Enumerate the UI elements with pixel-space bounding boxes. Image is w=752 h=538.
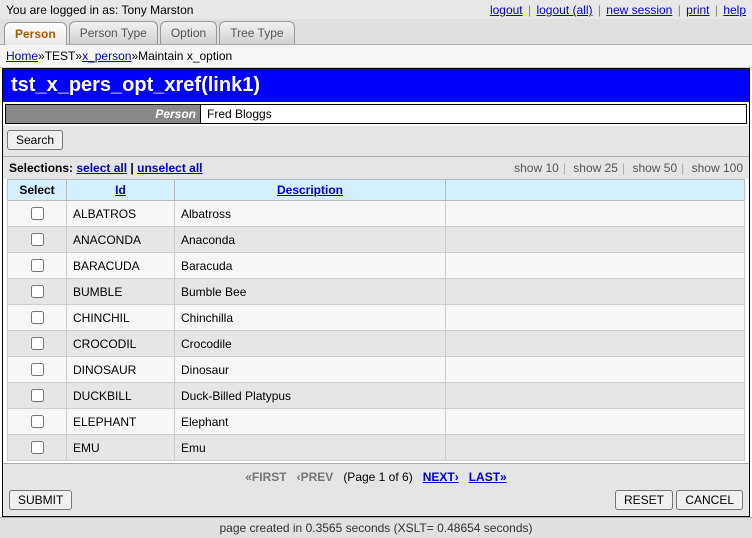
search-button[interactable]: Search [7,130,63,150]
table-row: ANACONDAAnaconda [8,227,745,253]
pager-prev: ‹PREV [297,470,334,484]
row-extra [446,409,745,435]
table-row: DINOSAURDinosaur [8,357,745,383]
row-extra [446,331,745,357]
submit-button[interactable]: SUBMIT [9,490,72,510]
col-extra-header [446,180,745,201]
pager-next[interactable]: NEXT› [423,470,459,484]
row-description: Bumble Bee [175,279,446,305]
row-checkbox[interactable] [31,311,44,324]
new-session-link[interactable]: new session [606,3,672,17]
row-extra [446,201,745,227]
unselect-all-link[interactable]: unselect all [137,161,202,175]
col-select-header: Select [8,180,67,201]
row-description: Albatross [175,201,446,227]
row-checkbox[interactable] [31,233,44,246]
page-title: tst_x_pers_opt_xref(link1) [3,69,749,102]
table-row: DUCKBILLDuck-Billed Platypus [8,383,745,409]
top-links: logout | logout (all) | new session | pr… [490,3,746,17]
help-link[interactable]: help [723,3,746,17]
row-extra [446,227,745,253]
row-checkbox[interactable] [31,207,44,220]
table-row: ALBATROSAlbatross [8,201,745,227]
row-checkbox[interactable] [31,415,44,428]
row-description: Anaconda [175,227,446,253]
row-checkbox[interactable] [31,259,44,272]
table-row: CROCODILCrocodile [8,331,745,357]
row-id: ELEPHANT [67,409,175,435]
row-id: ANACONDA [67,227,175,253]
selections-label: Selections: [9,161,73,175]
row-description: Dinosaur [175,357,446,383]
show-100[interactable]: show 100 [692,161,743,175]
row-checkbox[interactable] [31,441,44,454]
table-row: EMUEmu [8,435,745,461]
crumb-xperson[interactable]: x_person [82,49,131,63]
cancel-button[interactable]: CANCEL [676,490,743,510]
row-id: ALBATROS [67,201,175,227]
tab-person-type[interactable]: Person Type [69,21,158,44]
row-checkbox[interactable] [31,363,44,376]
row-extra [446,435,745,461]
pager-first: «FIRST [245,470,286,484]
row-extra [446,279,745,305]
person-value: Fred Bloggs [201,105,746,123]
show-options: show 10| show 25| show 50| show 100 [514,161,743,175]
col-desc-header[interactable]: Description [277,183,343,197]
print-link[interactable]: print [686,3,709,17]
row-extra [446,357,745,383]
pager-page: (Page 1 of 6) [343,470,412,484]
tab-option[interactable]: Option [160,21,217,44]
pager-last[interactable]: LAST» [469,470,507,484]
row-checkbox[interactable] [31,285,44,298]
show-25[interactable]: show 25 [573,161,618,175]
tab-tree-type[interactable]: Tree Type [219,21,294,44]
table-row: BARACUDABaracuda [8,253,745,279]
row-description: Baracuda [175,253,446,279]
pager: «FIRST ‹PREV (Page 1 of 6) NEXT› LAST» [3,463,749,486]
logout-link[interactable]: logout [490,3,523,17]
tab-person[interactable]: Person [4,22,67,45]
row-id: CROCODIL [67,331,175,357]
row-checkbox[interactable] [31,389,44,402]
row-extra [446,383,745,409]
table-row: ELEPHANTElephant [8,409,745,435]
select-all-link[interactable]: select all [76,161,127,175]
row-description: Emu [175,435,446,461]
row-checkbox[interactable] [31,337,44,350]
person-label: Person [6,105,201,123]
crumb-home[interactable]: Home [6,49,38,63]
table-row: CHINCHILChinchilla [8,305,745,331]
row-id: BUMBLE [67,279,175,305]
row-extra [446,305,745,331]
table-row: BUMBLEBumble Bee [8,279,745,305]
logged-in-text: You are logged in as: Tony Marston [6,3,193,17]
row-id: BARACUDA [67,253,175,279]
reset-button[interactable]: RESET [615,490,673,510]
row-id: CHINCHIL [67,305,175,331]
row-id: DUCKBILL [67,383,175,409]
row-description: Duck-Billed Platypus [175,383,446,409]
row-id: EMU [67,435,175,461]
row-description: Crocodile [175,331,446,357]
row-description: Elephant [175,409,446,435]
col-id-header[interactable]: Id [115,183,126,197]
logout-all-link[interactable]: logout (all) [536,3,592,17]
show-10[interactable]: show 10 [514,161,559,175]
row-extra [446,253,745,279]
show-50[interactable]: show 50 [632,161,677,175]
footer-text: page created in 0.3565 seconds (XSLT= 0.… [0,517,752,538]
row-id: DINOSAUR [67,357,175,383]
row-description: Chinchilla [175,305,446,331]
breadcrumb: Home»TEST»x_person»Maintain x_option [0,45,752,68]
